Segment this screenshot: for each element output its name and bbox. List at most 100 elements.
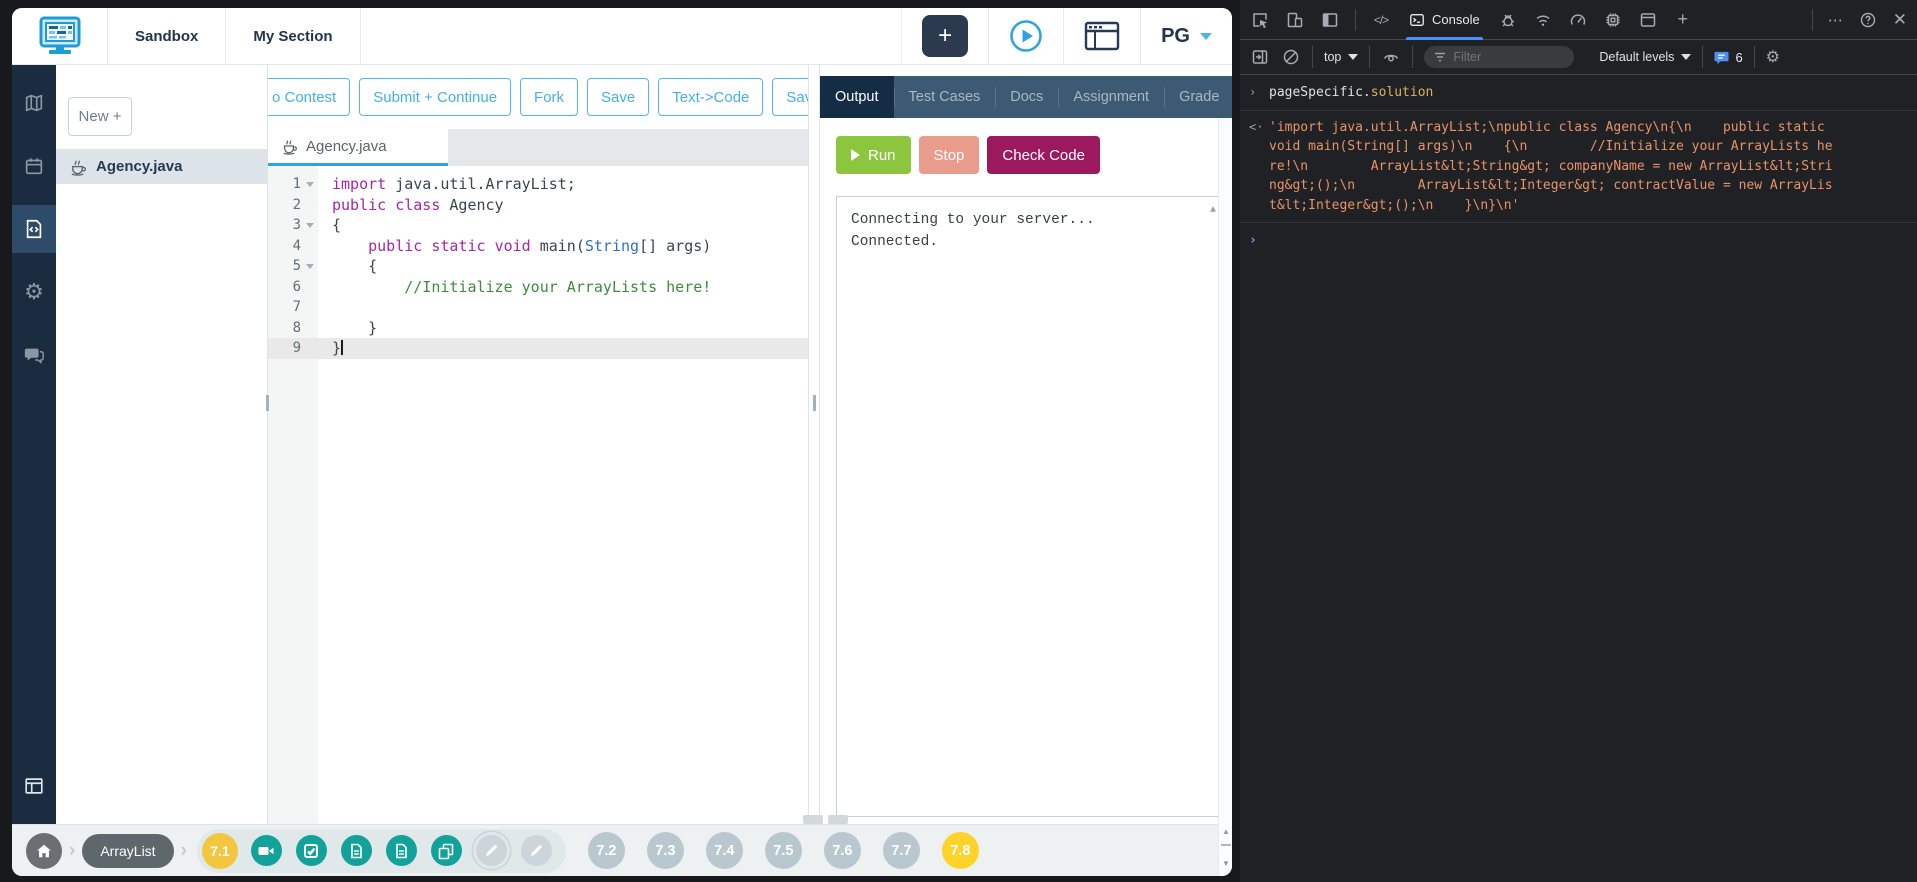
codehs-logo[interactable] — [12, 8, 108, 64]
console-log-area[interactable]: › pageSpecific.solution <· 'import java.… — [1240, 75, 1917, 257]
memory-chip-icon[interactable] — [1603, 10, 1623, 30]
code-line-8[interactable]: 8 } — [268, 318, 808, 339]
video-icon[interactable] — [251, 835, 282, 866]
sidebar-item-calendar[interactable] — [12, 142, 56, 190]
scroll-down-icon[interactable]: ▼ — [1219, 859, 1232, 868]
panel-resize-handle[interactable] — [266, 395, 269, 411]
scroll-up-icon[interactable]: ▲ — [1219, 827, 1232, 836]
h-scroll-handle[interactable] — [803, 815, 823, 824]
inspect-element-icon[interactable] — [1250, 10, 1270, 30]
log-levels-selector[interactable]: Default levels — [1599, 50, 1691, 64]
document-icon[interactable] — [386, 835, 417, 866]
clear-console-icon[interactable] — [1281, 47, 1301, 67]
lesson-badge-7-2[interactable]: 7.2 — [588, 832, 625, 869]
profile-menu[interactable]: PG — [1140, 8, 1232, 64]
bug-icon[interactable] — [1498, 10, 1518, 30]
editor-toolbar-save-button[interactable]: Save — [772, 78, 808, 116]
code-area[interactable]: 1import java.util.ArrayList;2public clas… — [268, 166, 808, 824]
fold-arrow-icon[interactable] — [306, 223, 314, 228]
fold-arrow-icon[interactable] — [306, 182, 314, 187]
page-scrollbar[interactable]: ▲ ▼ — [1218, 118, 1232, 876]
tab-my-section[interactable]: My Section — [226, 8, 360, 64]
lesson-badge-7-6[interactable]: 7.6 — [824, 832, 861, 869]
browser-window-icon[interactable] — [1084, 20, 1120, 52]
tab-console[interactable]: Console — [1406, 0, 1483, 40]
close-icon[interactable]: ✕ — [1893, 10, 1907, 30]
editor-output-splitter[interactable] — [808, 65, 820, 824]
code-line-4[interactable]: 4 public static void main(String[] args) — [268, 236, 808, 257]
console-result-row[interactable]: <· 'import java.util.ArrayList;\npublic … — [1240, 111, 1917, 224]
code-line-2[interactable]: 2public class Agency — [268, 195, 808, 216]
run-button[interactable]: Run — [836, 136, 911, 174]
sidebar-item-chat[interactable] — [12, 331, 56, 379]
lesson-badge-7-5[interactable]: 7.5 — [765, 832, 802, 869]
pencil-icon[interactable] — [521, 835, 552, 866]
output-tab-output[interactable]: Output — [820, 76, 894, 118]
check-square-icon[interactable] — [296, 835, 327, 866]
device-toolbar-icon[interactable] — [1285, 10, 1305, 30]
code-line-5[interactable]: 5 { — [268, 256, 808, 277]
editor-toolbar-o-contest-button[interactable]: o Contest — [268, 78, 350, 116]
stop-button[interactable]: Stop — [919, 136, 980, 174]
sidebar-item-code[interactable] — [12, 205, 56, 253]
divider — [1355, 9, 1356, 31]
output-tab-assignment[interactable]: Assignment — [1058, 76, 1164, 118]
lesson-badge-7-3[interactable]: 7.3 — [647, 832, 684, 869]
editor-tab-agency-java[interactable]: Agency.java — [268, 129, 448, 166]
file-item-agency-java[interactable]: Agency.java — [56, 149, 267, 184]
console-settings-gear-icon[interactable]: ⚙ — [1766, 47, 1780, 67]
fold-arrow-icon[interactable] — [306, 264, 314, 269]
program-output-console[interactable]: Connecting to your server... Connected. … — [836, 196, 1220, 817]
console-sidebar-icon[interactable] — [1250, 47, 1270, 67]
output-tab-test-cases[interactable]: Test Cases — [894, 76, 996, 118]
help-icon[interactable] — [1858, 10, 1878, 30]
scrollbar-thumb[interactable] — [1221, 844, 1231, 846]
code-text: public class Agency — [318, 195, 504, 216]
editor-toolbar-fork-button[interactable]: Fork — [520, 78, 578, 116]
lesson-badge-7-8[interactable]: 7.8 — [942, 832, 979, 869]
scroll-up-icon[interactable]: ▲ — [1210, 200, 1216, 222]
code-line-7[interactable]: 7 — [268, 297, 808, 318]
sidebar-item-map[interactable] — [12, 79, 56, 127]
console-prompt[interactable]: › — [1240, 223, 1917, 257]
tab-sandbox[interactable]: Sandbox — [108, 8, 226, 64]
sidebar-item-layout[interactable] — [12, 762, 56, 810]
h-scroll-handle[interactable] — [828, 815, 848, 824]
output-tab-grade[interactable]: Grade — [1164, 76, 1232, 118]
code-line-3[interactable]: 3{ — [268, 215, 808, 236]
code-line-9[interactable]: 9} — [268, 338, 808, 359]
issues-counter[interactable]: 6 — [1714, 50, 1742, 65]
breadcrumb-module[interactable]: ArrayList — [82, 834, 173, 868]
console-filter[interactable] — [1424, 46, 1574, 68]
lesson-badge-7-1[interactable]: 7.1 — [202, 833, 238, 869]
network-wifi-icon[interactable] — [1533, 10, 1553, 30]
dock-side-icon[interactable] — [1320, 10, 1340, 30]
copy-icon[interactable] — [431, 835, 462, 866]
console-command-row[interactable]: › pageSpecific.solution — [1240, 75, 1917, 111]
editor-toolbar-text-code-button[interactable]: Text->Code — [658, 78, 763, 116]
elements-panel-icon[interactable]: </> — [1371, 10, 1391, 30]
lesson-badge-7-7[interactable]: 7.7 — [883, 832, 920, 869]
editor-toolbar-save-button[interactable]: Save — [587, 78, 649, 116]
play-circle-icon[interactable] — [1009, 19, 1043, 53]
code-line-1[interactable]: 1import java.util.ArrayList; — [268, 174, 808, 195]
editor-toolbar-submit-continue-button[interactable]: Submit + Continue — [359, 78, 511, 116]
context-selector[interactable]: top — [1324, 50, 1358, 64]
more-options-icon[interactable]: ⋯ — [1828, 11, 1843, 29]
home-button[interactable] — [26, 833, 62, 869]
more-tabs-plus-icon[interactable]: + — [1673, 10, 1693, 30]
pencil-icon[interactable] — [476, 835, 507, 866]
output-tab-docs[interactable]: Docs — [995, 76, 1058, 118]
performance-gauge-icon[interactable] — [1568, 10, 1588, 30]
check-code-button[interactable]: Check Code — [987, 136, 1100, 174]
new-item-button[interactable]: + — [922, 15, 968, 57]
lesson-badge-7-4[interactable]: 7.4 — [706, 832, 743, 869]
filter-input[interactable] — [1453, 50, 1553, 64]
splitter-grip[interactable] — [813, 395, 816, 411]
application-panel-icon[interactable] — [1638, 10, 1658, 30]
sidebar-item-settings[interactable]: ⚙ — [12, 268, 56, 316]
new-file-button[interactable]: New + — [68, 97, 132, 136]
code-line-6[interactable]: 6 //Initialize your ArrayLists here! — [268, 277, 808, 298]
live-expression-eye-icon[interactable] — [1381, 47, 1401, 67]
document-icon[interactable] — [341, 835, 372, 866]
